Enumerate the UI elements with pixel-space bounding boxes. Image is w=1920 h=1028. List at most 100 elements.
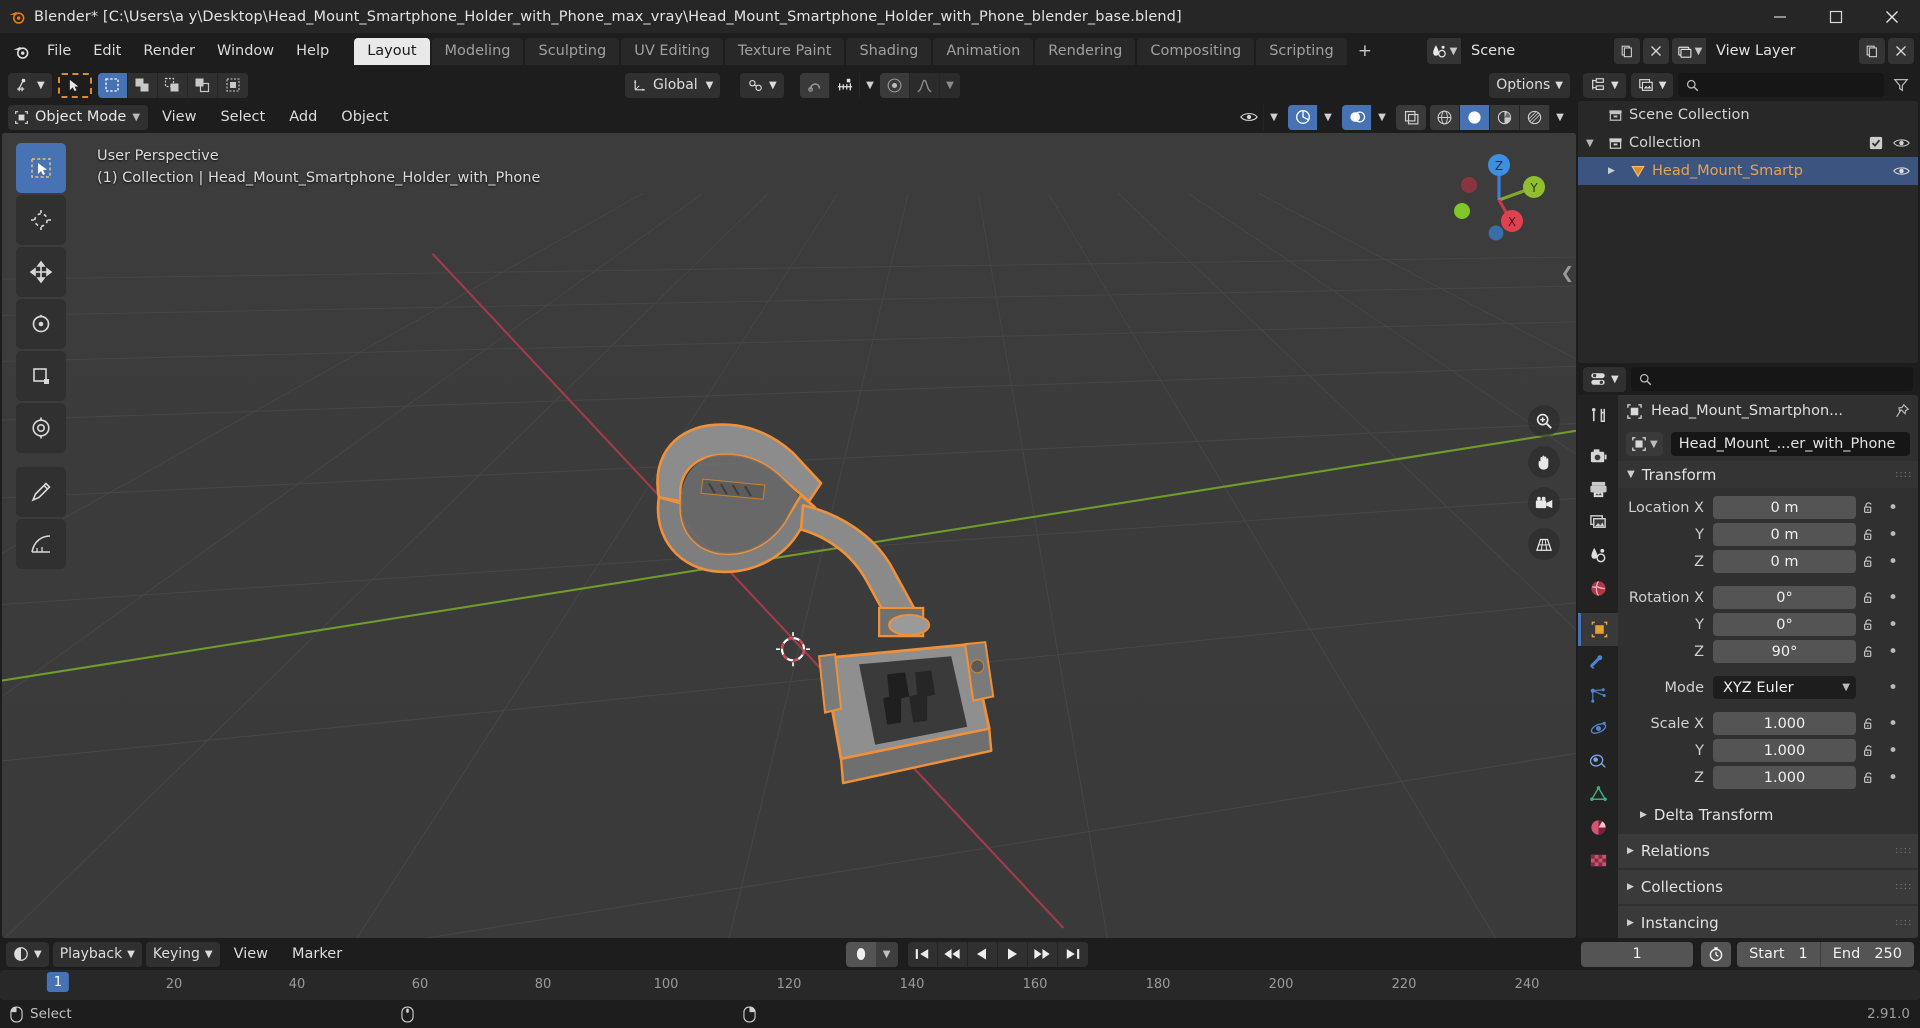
tab-uv-editing[interactable]: UV Editing xyxy=(621,37,723,65)
rendered-shading-icon[interactable] xyxy=(1520,104,1550,130)
eye-visibility-icon[interactable] xyxy=(1893,165,1910,177)
jump-to-start-button[interactable] xyxy=(908,941,938,967)
visibility-dropdown-icon[interactable]: ▼ xyxy=(1264,104,1284,130)
scale-x-input[interactable]: 1.000 xyxy=(1713,712,1856,735)
lock-icon[interactable] xyxy=(1856,645,1882,659)
location-z-input[interactable]: 0 m xyxy=(1713,550,1856,573)
keyframe-type-dropdown-icon[interactable]: ▼ xyxy=(875,941,898,967)
object-name-field[interactable]: Head_Mount_...er_with_Phone xyxy=(1670,432,1910,456)
properties-tab-render[interactable] xyxy=(1578,440,1618,473)
timeline-ruler[interactable]: 20 40 60 80 100 120 140 160 180 200 220 … xyxy=(0,970,1920,1000)
properties-search-input[interactable] xyxy=(1630,367,1913,391)
disclosure-triangle-icon[interactable]: ▶ xyxy=(1608,166,1624,176)
lock-icon[interactable] xyxy=(1856,555,1882,569)
animate-property-icon[interactable]: • xyxy=(1882,615,1904,635)
tab-scripting[interactable]: Scripting xyxy=(1256,37,1347,65)
tool-transform[interactable] xyxy=(16,403,66,453)
head-mount-smartphone-holder-model[interactable] xyxy=(2,133,1576,938)
properties-tab-physics[interactable] xyxy=(1578,712,1618,745)
properties-tab-output[interactable] xyxy=(1578,473,1618,506)
timeline-menu-view[interactable]: View xyxy=(224,943,278,965)
tab-compositing[interactable]: Compositing xyxy=(1137,37,1255,65)
properties-tab-object[interactable] xyxy=(1578,613,1618,646)
view-layer-selector[interactable]: ▼ View Layer xyxy=(1672,38,1856,64)
end-frame-field[interactable]: End 250 xyxy=(1821,942,1914,967)
viewport-menu-select[interactable]: Select xyxy=(210,106,275,128)
viewport-menu-view[interactable]: View xyxy=(152,106,206,128)
properties-tab-view-layer[interactable] xyxy=(1578,506,1618,539)
location-y-input[interactable]: 0 m xyxy=(1713,523,1856,546)
tab-layout[interactable]: Layout xyxy=(354,37,430,65)
object-visibility-icon[interactable] xyxy=(1234,104,1264,130)
properties-tab-particles[interactable] xyxy=(1578,679,1618,712)
move-view-icon[interactable] xyxy=(1528,446,1560,478)
properties-tab-constraints[interactable] xyxy=(1578,745,1618,778)
timeline-menu-marker[interactable]: Marker xyxy=(282,943,352,965)
start-frame-field[interactable]: Start 1 xyxy=(1737,941,1821,967)
select-subtract-icon[interactable] xyxy=(157,72,188,98)
transform-orientation-selector[interactable]: Global ▼ xyxy=(625,72,721,98)
overlay-dropdown-icon[interactable]: ▼ xyxy=(1372,104,1392,130)
interaction-mode-selector[interactable]: Object Mode ▼ xyxy=(8,104,149,130)
eye-visibility-icon[interactable] xyxy=(1893,137,1910,149)
rotation-y-input[interactable]: 0° xyxy=(1713,613,1856,636)
properties-tab-world[interactable] xyxy=(1578,572,1618,605)
show-gizmo-icon[interactable] xyxy=(1288,104,1318,130)
animate-property-icon[interactable]: • xyxy=(1882,678,1904,698)
scale-y-input[interactable]: 1.000 xyxy=(1713,739,1856,762)
disclosure-triangle-icon[interactable]: ▼ xyxy=(1586,138,1602,149)
viewport-3d-canvas[interactable]: User Perspective (1) Collection | Head_M… xyxy=(2,133,1576,938)
window-close-button[interactable] xyxy=(1864,0,1920,33)
jump-to-next-keyframe-button[interactable] xyxy=(1028,941,1058,967)
view-layer-name[interactable]: View Layer xyxy=(1706,38,1856,64)
tab-modeling[interactable]: Modeling xyxy=(431,37,524,65)
animate-property-icon[interactable]: • xyxy=(1882,525,1904,545)
magnet-snap-icon[interactable] xyxy=(830,72,860,98)
viewport-sidebar-toggle-icon[interactable]: ❮ xyxy=(1561,263,1574,282)
zoom-view-icon[interactable] xyxy=(1528,405,1560,437)
properties-tab-texture[interactable] xyxy=(1578,844,1618,877)
animate-property-icon[interactable]: • xyxy=(1882,642,1904,662)
keyframe-type-icon[interactable] xyxy=(846,942,876,967)
scene-selector[interactable]: ▼ Scene xyxy=(1427,38,1611,64)
snap-target-selector[interactable]: ▼ xyxy=(740,72,784,98)
lock-icon[interactable] xyxy=(1856,528,1882,542)
select-box-icon[interactable] xyxy=(97,72,128,98)
timeline-menu-keying[interactable]: Keying ▼ xyxy=(145,941,220,967)
window-maximize-button[interactable] xyxy=(1808,0,1864,33)
outliner-row-collection[interactable]: ▼ Collection xyxy=(1578,129,1918,157)
timeline-editor-type-selector[interactable]: ▼ xyxy=(6,941,49,967)
tool-cursor[interactable] xyxy=(16,195,66,245)
tab-texture-paint[interactable]: Texture Paint xyxy=(724,37,845,65)
animate-property-icon[interactable]: • xyxy=(1882,552,1904,572)
menu-window[interactable]: Window xyxy=(206,40,285,62)
animate-property-icon[interactable]: • xyxy=(1882,768,1904,788)
instancing-panel-header[interactable]: ▶ Instancing :::: xyxy=(1618,906,1918,938)
camera-view-icon[interactable] xyxy=(1528,487,1560,519)
viewport-menu-add[interactable]: Add xyxy=(279,106,327,128)
select-tool-active[interactable] xyxy=(57,72,92,98)
new-scene-button[interactable] xyxy=(1614,38,1640,64)
current-frame-field[interactable]: 1 xyxy=(1581,941,1694,967)
show-overlays-icon[interactable] xyxy=(1342,104,1372,130)
transform-panel-header[interactable]: ▼ Transform :::: xyxy=(1618,461,1918,488)
animate-property-icon[interactable]: • xyxy=(1882,741,1904,761)
solid-shading-icon[interactable] xyxy=(1460,104,1490,130)
tool-tweak[interactable] xyxy=(16,143,66,193)
collections-panel-header[interactable]: ▶ Collections :::: xyxy=(1618,870,1918,904)
properties-tab-tool[interactable] xyxy=(1578,399,1618,432)
rotation-z-input[interactable]: 90° xyxy=(1713,640,1856,663)
checkbox-icon[interactable] xyxy=(1869,136,1883,150)
gizmo-dropdown-icon[interactable]: ▼ xyxy=(1318,104,1338,130)
tab-animation[interactable]: Animation xyxy=(933,37,1034,65)
properties-tab-scene[interactable] xyxy=(1578,539,1618,572)
proportional-editing-toggle-icon[interactable] xyxy=(880,72,910,98)
select-intersect-icon[interactable] xyxy=(217,72,248,98)
object-datablock-selector[interactable]: ▼ xyxy=(1626,432,1663,456)
play-button[interactable] xyxy=(998,941,1028,967)
menu-help[interactable]: Help xyxy=(285,40,340,62)
select-invert-icon[interactable] xyxy=(187,72,218,98)
blender-menu-icon[interactable] xyxy=(6,42,36,61)
viewport-options-button[interactable]: Options ▼ xyxy=(1489,72,1570,98)
properties-tab-object-data[interactable] xyxy=(1578,778,1618,811)
